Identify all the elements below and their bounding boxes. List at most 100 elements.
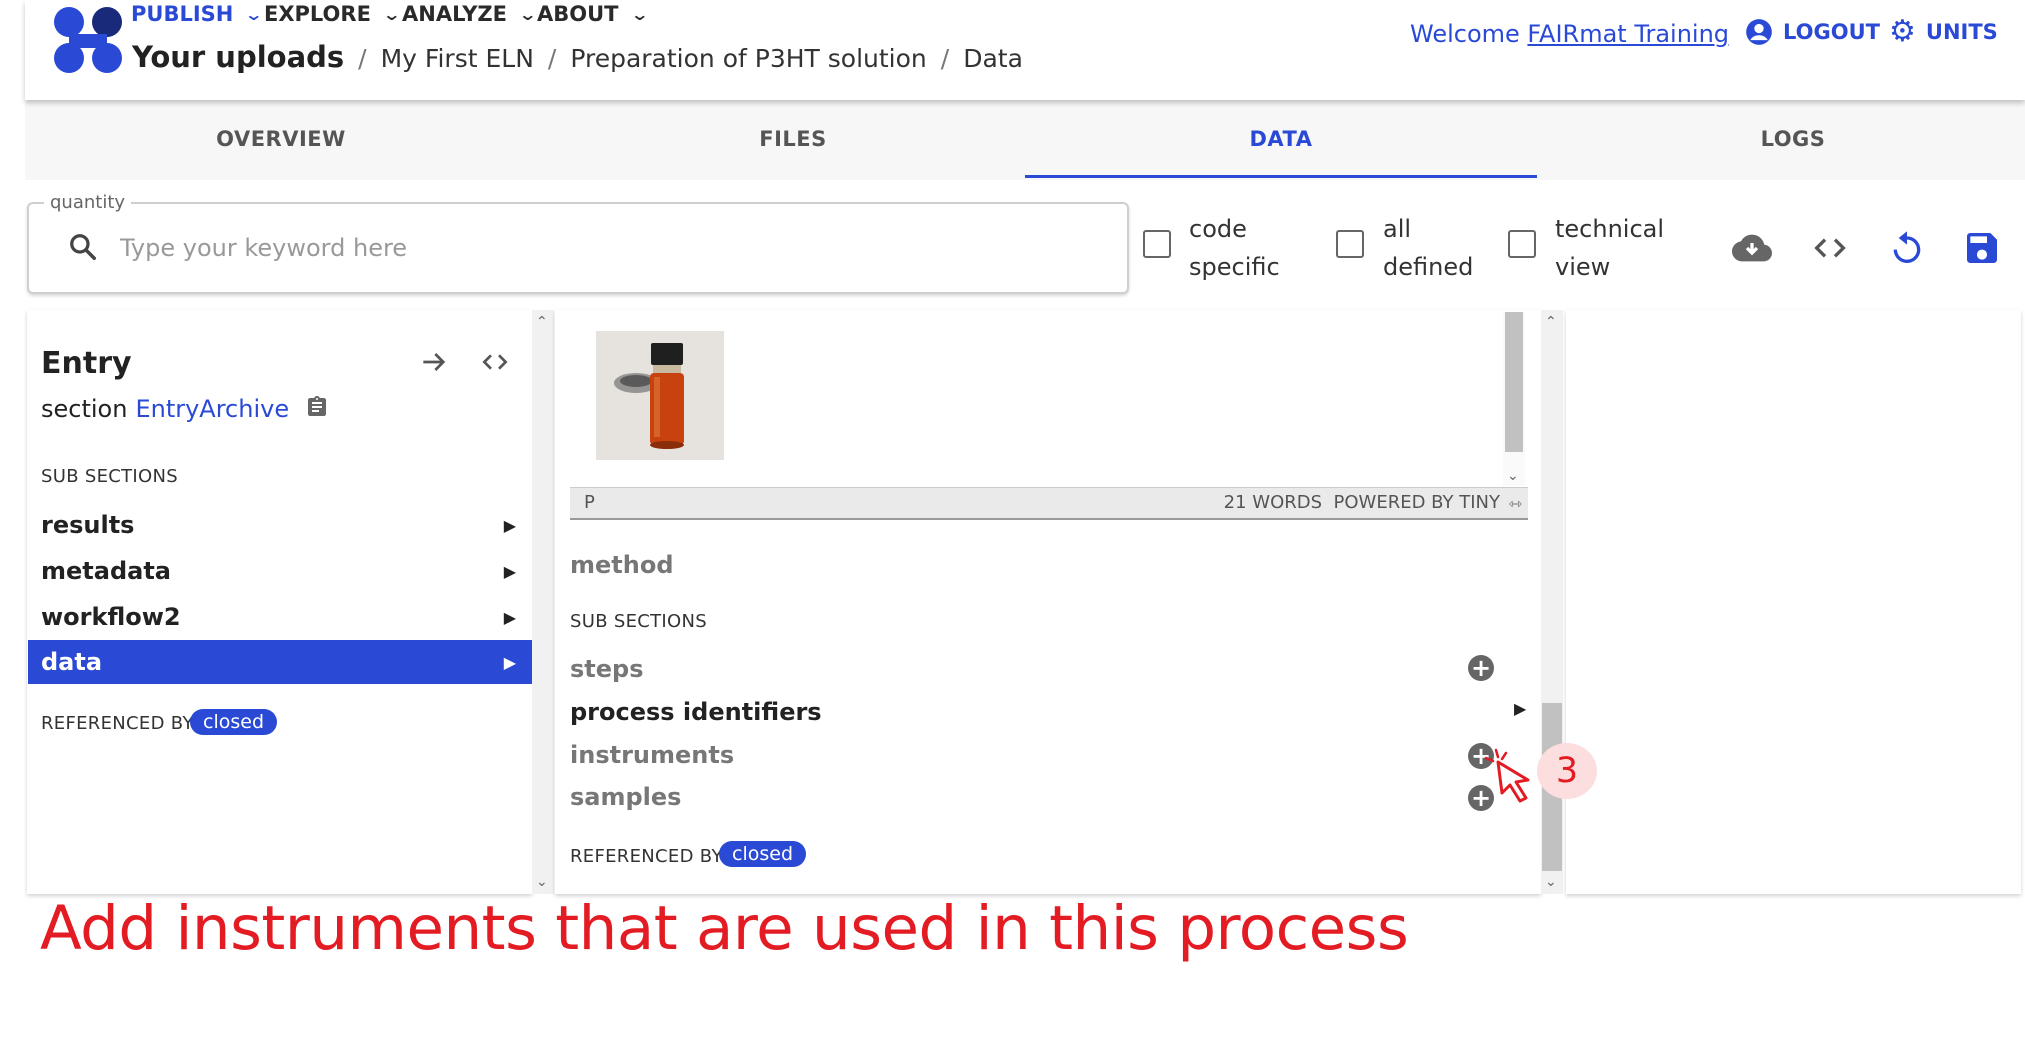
nav-publish[interactable]: PUBLISH ⌄ <box>131 0 264 28</box>
tab-logs[interactable]: LOGS <box>1537 100 2025 178</box>
nav-label: ABOUT <box>537 2 619 26</box>
scroll-down-icon[interactable]: ⌄ <box>536 874 548 890</box>
reload-icon[interactable] <box>1887 228 1927 268</box>
subsection-label: workflow2 <box>41 603 181 631</box>
referenced-by-badge[interactable]: closed <box>190 709 277 735</box>
cloud-download-icon[interactable] <box>1732 228 1772 268</box>
welcome-text: Welcome FAIRmat Training <box>1410 20 1729 48</box>
arrow-right-icon[interactable] <box>418 346 450 378</box>
save-icon[interactable] <box>1962 228 2002 268</box>
tab-overview[interactable]: OVERVIEW <box>25 100 537 178</box>
nav-about[interactable]: ABOUT ⌄ <box>537 0 649 28</box>
code-specific-checkbox[interactable] <box>1143 230 1171 258</box>
all-defined-label: all defined <box>1383 210 1473 286</box>
editor-scrollbar[interactable]: ⌄ <box>1503 312 1525 486</box>
subsection-label: results <box>41 511 135 539</box>
user-name-link[interactable]: FAIRmat Training <box>1527 20 1729 48</box>
detail-pane <box>1566 310 2021 894</box>
subsection-process-identifiers[interactable]: process identifiers <box>570 698 822 726</box>
nav-label: EXPLORE <box>264 2 371 26</box>
chevron-down-icon: ⌄ <box>518 4 538 24</box>
breadcrumb-separator: / <box>940 44 950 73</box>
checkbox-label-line: view <box>1555 253 1611 281</box>
search-input[interactable] <box>118 232 1102 264</box>
logout-button[interactable]: LOGOUT <box>1745 18 1880 46</box>
code-icon[interactable] <box>1810 228 1850 268</box>
tab-bar: OVERVIEW FILES DATA LOGS <box>25 100 2025 180</box>
breadcrumb-root[interactable]: Your uploads <box>132 40 344 74</box>
scroll-up-icon[interactable]: ⌃ <box>1545 314 1557 330</box>
caret-right-icon: ▶ <box>503 652 516 672</box>
nav-label: ANALYZE <box>402 2 507 26</box>
cursor-click-icon <box>1484 748 1530 803</box>
clipboard-icon[interactable] <box>305 394 329 420</box>
quantity-label: quantity <box>44 192 132 213</box>
editor-status-bar: P 21 WORDS POWERED BY TINY ⇿ <box>570 487 1528 520</box>
scroll-up-icon[interactable]: ⌃ <box>536 314 548 330</box>
subsection-metadata[interactable]: metadata ▶ <box>28 549 532 593</box>
nomad-logo[interactable] <box>53 4 125 76</box>
caret-right-icon: ▶ <box>503 607 516 627</box>
technical-view-checkbox[interactable] <box>1508 230 1536 258</box>
section-info: section EntryArchive <box>41 394 329 423</box>
chevron-down-icon: ⌄ <box>244 4 264 24</box>
checkbox-label-line: code <box>1189 215 1247 243</box>
logout-label: LOGOUT <box>1783 20 1880 44</box>
subsection-data[interactable]: data ▶ <box>28 640 532 684</box>
breadcrumb-separator: / <box>358 44 367 73</box>
nav-explore[interactable]: EXPLORE ⌄ <box>264 0 402 28</box>
editor-scroll-thumb[interactable] <box>1505 312 1523 452</box>
badge-text: closed <box>719 841 806 867</box>
tab-files[interactable]: FILES <box>537 100 1049 178</box>
sample-vial-photo <box>596 331 724 460</box>
referenced-by-label: REFERENCED BY <box>41 713 194 734</box>
scroll-down-icon[interactable]: ⌄ <box>1545 874 1557 890</box>
breadcrumb-item[interactable]: My First ELN <box>381 44 534 73</box>
resize-handle-icon[interactable]: ⇿ <box>1509 494 1522 513</box>
referenced-by-label: REFERENCED BY <box>570 846 723 867</box>
method-label: method <box>570 551 674 579</box>
section-label: section <box>41 395 128 423</box>
search-icon <box>70 234 96 260</box>
app-header: PUBLISH ⌄ EXPLORE ⌄ ANALYZE ⌄ ABOUT ⌄ Your u… <box>25 0 2025 100</box>
caret-right-icon: ▶ <box>503 561 516 581</box>
subsection-label: data <box>41 648 103 676</box>
editor-path: P <box>584 492 595 513</box>
subsection-samples: samples <box>570 783 682 811</box>
nav-analyze[interactable]: ANALYZE ⌄ <box>402 0 538 28</box>
editor-word-count: 21 WORDS POWERED BY TINY <box>1223 492 1500 513</box>
subsection-steps: steps <box>570 655 644 683</box>
breadcrumb-separator: / <box>547 44 557 73</box>
breadcrumb-item: Data <box>963 44 1023 73</box>
badge-text: closed <box>190 709 277 735</box>
account-circle-icon <box>1746 19 1772 45</box>
subsection-results[interactable]: results ▶ <box>28 503 532 547</box>
caret-right-icon[interactable]: ▶ <box>1514 699 1526 718</box>
technical-view-label: technical view <box>1555 210 1664 286</box>
code-icon[interactable] <box>478 346 512 378</box>
tab-data[interactable]: DATA <box>1025 100 1537 178</box>
checkbox-label-line: all <box>1383 215 1412 243</box>
subsections-heading: SUB SECTIONS <box>570 611 708 632</box>
gear-icon: ⚙ <box>1889 14 1916 49</box>
subsections-heading: SUB SECTIONS <box>41 466 179 487</box>
middle-pane-scrollbar[interactable]: ⌃ ⌄ <box>1541 310 1563 894</box>
units-button[interactable]: ⚙ UNITS <box>1889 14 1998 49</box>
code-specific-label: code specific <box>1189 210 1280 286</box>
welcome-prefix: Welcome <box>1410 20 1528 48</box>
left-pane-scrollbar[interactable]: ⌃ ⌄ <box>532 310 554 894</box>
section-link[interactable]: EntryArchive <box>135 395 289 423</box>
subsection-label: metadata <box>41 557 171 585</box>
checkbox-label-line: technical <box>1555 215 1665 243</box>
annotation-caption: Add instruments that are used in this pr… <box>40 893 1409 964</box>
add-steps-button[interactable]: + <box>1468 655 1494 681</box>
chevron-down-icon: ⌄ <box>382 4 402 24</box>
subsection-instruments: instruments <box>570 741 735 769</box>
units-label: UNITS <box>1925 20 1998 44</box>
step-number-badge: 3 <box>1537 743 1597 799</box>
subsection-workflow2[interactable]: workflow2 ▶ <box>28 595 532 639</box>
scroll-down-icon[interactable]: ⌄ <box>1507 468 1519 484</box>
all-defined-checkbox[interactable] <box>1336 230 1364 258</box>
referenced-by-badge[interactable]: closed <box>719 841 806 867</box>
breadcrumb-item[interactable]: Preparation of P3HT solution <box>570 44 926 73</box>
